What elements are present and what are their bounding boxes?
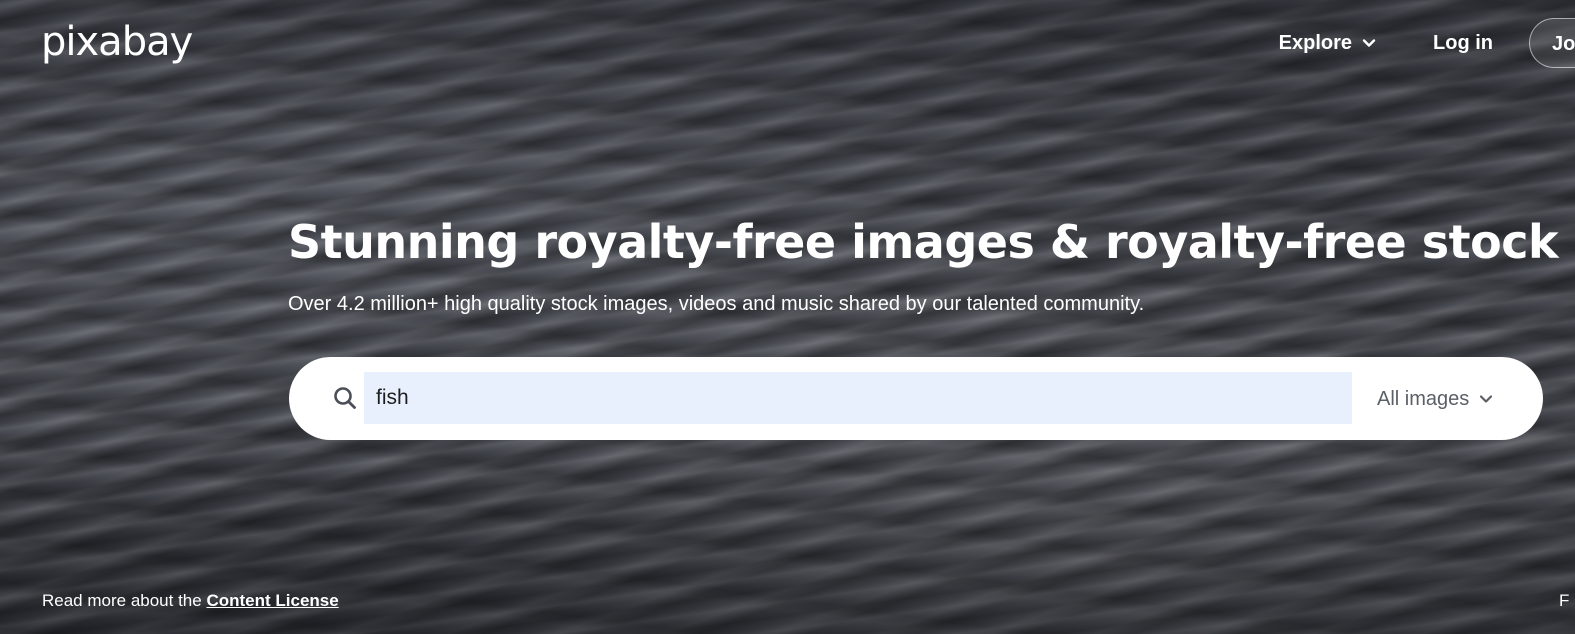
join-button[interactable]: Jo	[1529, 18, 1575, 68]
footer-right-text[interactable]: F	[1559, 590, 1575, 612]
explore-label: Explore	[1278, 31, 1353, 54]
search-input[interactable]	[364, 372, 1352, 424]
chevron-down-icon	[1362, 39, 1376, 47]
search-bar: All images	[289, 357, 1543, 440]
license-prefix: Read more about the	[42, 591, 207, 610]
explore-menu-button[interactable]: Explore	[1279, 32, 1376, 55]
media-type-dropdown[interactable]: All images	[1377, 384, 1493, 414]
login-button[interactable]: Log in	[1433, 32, 1493, 55]
license-notice: Read more about the Content License	[42, 590, 339, 612]
hero-background: pixabay Explore Log in Jo Stunning royal…	[0, 0, 1575, 634]
search-icon[interactable]	[333, 386, 357, 410]
content-license-link[interactable]: Content License	[206, 591, 338, 610]
hero-subheadline: Over 4.2 million+ high quality stock ima…	[288, 293, 1145, 315]
top-nav: Explore Log in Jo	[1279, 18, 1575, 68]
hero-headline: Stunning royalty-free images & royalty-f…	[288, 215, 1559, 269]
media-type-label: All images	[1377, 387, 1470, 410]
chevron-down-icon	[1480, 395, 1493, 403]
pixabay-logo[interactable]: pixabay	[41, 16, 193, 68]
